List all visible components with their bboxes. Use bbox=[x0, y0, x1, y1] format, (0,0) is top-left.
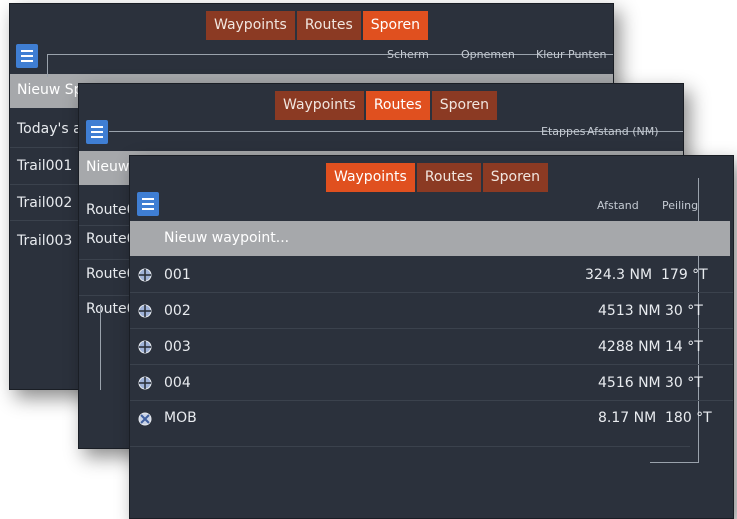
routes-tab-bar: Waypoints Routes Sporen bbox=[275, 91, 499, 120]
column-header-color[interactable]: Kleur bbox=[536, 48, 565, 61]
new-waypoint-label: Nieuw waypoint... bbox=[164, 230, 290, 246]
tracks-tab-bar: Waypoints Routes Sporen bbox=[206, 11, 430, 40]
waypoint-name: MOB bbox=[164, 410, 197, 426]
waypoint-icon bbox=[138, 340, 152, 354]
column-header-screen[interactable]: Scherm bbox=[387, 48, 429, 61]
waypoint-name: 002 bbox=[164, 303, 191, 319]
waypoint-name: 004 bbox=[164, 375, 191, 391]
menu-icon bbox=[142, 198, 154, 200]
waypoint-row[interactable]: 002 4513 NM 30 °T bbox=[130, 293, 733, 328]
waypoint-distance: 4288 NM bbox=[598, 339, 661, 355]
waypoint-bearing: 179 °T bbox=[661, 267, 708, 283]
track-row[interactable]: Trail003 bbox=[17, 233, 72, 249]
waypoint-row[interactable]: 004 4516 NM 30 °T bbox=[130, 365, 733, 400]
tab-tracks[interactable]: Sporen bbox=[431, 91, 498, 120]
waypoint-bearing: 30 °T bbox=[665, 303, 703, 319]
waypoint-distance: 4513 NM bbox=[598, 303, 661, 319]
new-route-label: Nieuw bbox=[86, 159, 130, 175]
tab-waypoints[interactable]: Waypoints bbox=[275, 91, 364, 120]
waypoint-distance: 4516 NM bbox=[598, 375, 661, 391]
track-row[interactable]: Trail001 bbox=[17, 158, 72, 174]
new-track-label: Nieuw Sp bbox=[17, 82, 83, 98]
tab-routes[interactable]: Routes bbox=[365, 91, 430, 120]
column-header-distance[interactable]: Afstand bbox=[597, 199, 639, 212]
waypoint-bearing: 14 °T bbox=[665, 339, 703, 355]
waypoint-icon bbox=[138, 268, 152, 282]
tab-waypoints[interactable]: Waypoints bbox=[206, 11, 295, 40]
waypoint-name: 001 bbox=[164, 267, 191, 283]
waypoint-name: 003 bbox=[164, 339, 191, 355]
menu-icon bbox=[21, 50, 33, 52]
column-header-bearing[interactable]: Peiling bbox=[662, 199, 698, 212]
header-divider bbox=[47, 54, 613, 55]
waypoint-icon bbox=[138, 304, 152, 318]
track-row[interactable]: Trail002 bbox=[17, 195, 72, 211]
waypoints-panel: Waypoints Routes Sporen Afstand Peiling … bbox=[129, 155, 734, 519]
waypoint-distance: 8.17 NM bbox=[598, 410, 657, 426]
mob-icon bbox=[138, 412, 152, 426]
waypoint-bearing: 30 °T bbox=[665, 375, 703, 391]
new-waypoint-row[interactable]: Nieuw waypoint... bbox=[130, 221, 730, 256]
waypoint-bearing: 180 °T bbox=[665, 410, 712, 426]
waypoint-row[interactable]: MOB 8.17 NM 180 °T bbox=[130, 401, 733, 436]
menu-button[interactable] bbox=[137, 192, 159, 216]
menu-button[interactable] bbox=[86, 120, 108, 144]
waypoint-row[interactable]: 001 324.3 NM 179 °T bbox=[130, 257, 733, 292]
waypoint-row[interactable]: 003 4288 NM 14 °T bbox=[130, 329, 733, 364]
track-row[interactable]: Today's a bbox=[17, 121, 82, 137]
column-header-record[interactable]: Opnemen bbox=[461, 48, 515, 61]
tab-routes[interactable]: Routes bbox=[296, 11, 361, 40]
column-header-points[interactable]: Punten bbox=[568, 48, 606, 61]
column-header-legs[interactable]: Etappes bbox=[541, 125, 585, 138]
tab-tracks[interactable]: Sporen bbox=[362, 11, 429, 40]
menu-button[interactable] bbox=[16, 44, 38, 68]
column-header-distance[interactable]: Afstand (NM) bbox=[587, 125, 659, 138]
menu-icon bbox=[91, 126, 103, 128]
waypoint-icon bbox=[138, 376, 152, 390]
tab-waypoints[interactable]: Waypoints bbox=[326, 163, 415, 192]
waypoint-distance: 324.3 NM bbox=[585, 267, 653, 283]
tab-tracks[interactable]: Sporen bbox=[482, 163, 549, 192]
waypoints-tab-bar: Waypoints Routes Sporen bbox=[326, 163, 550, 192]
tab-routes[interactable]: Routes bbox=[416, 163, 481, 192]
